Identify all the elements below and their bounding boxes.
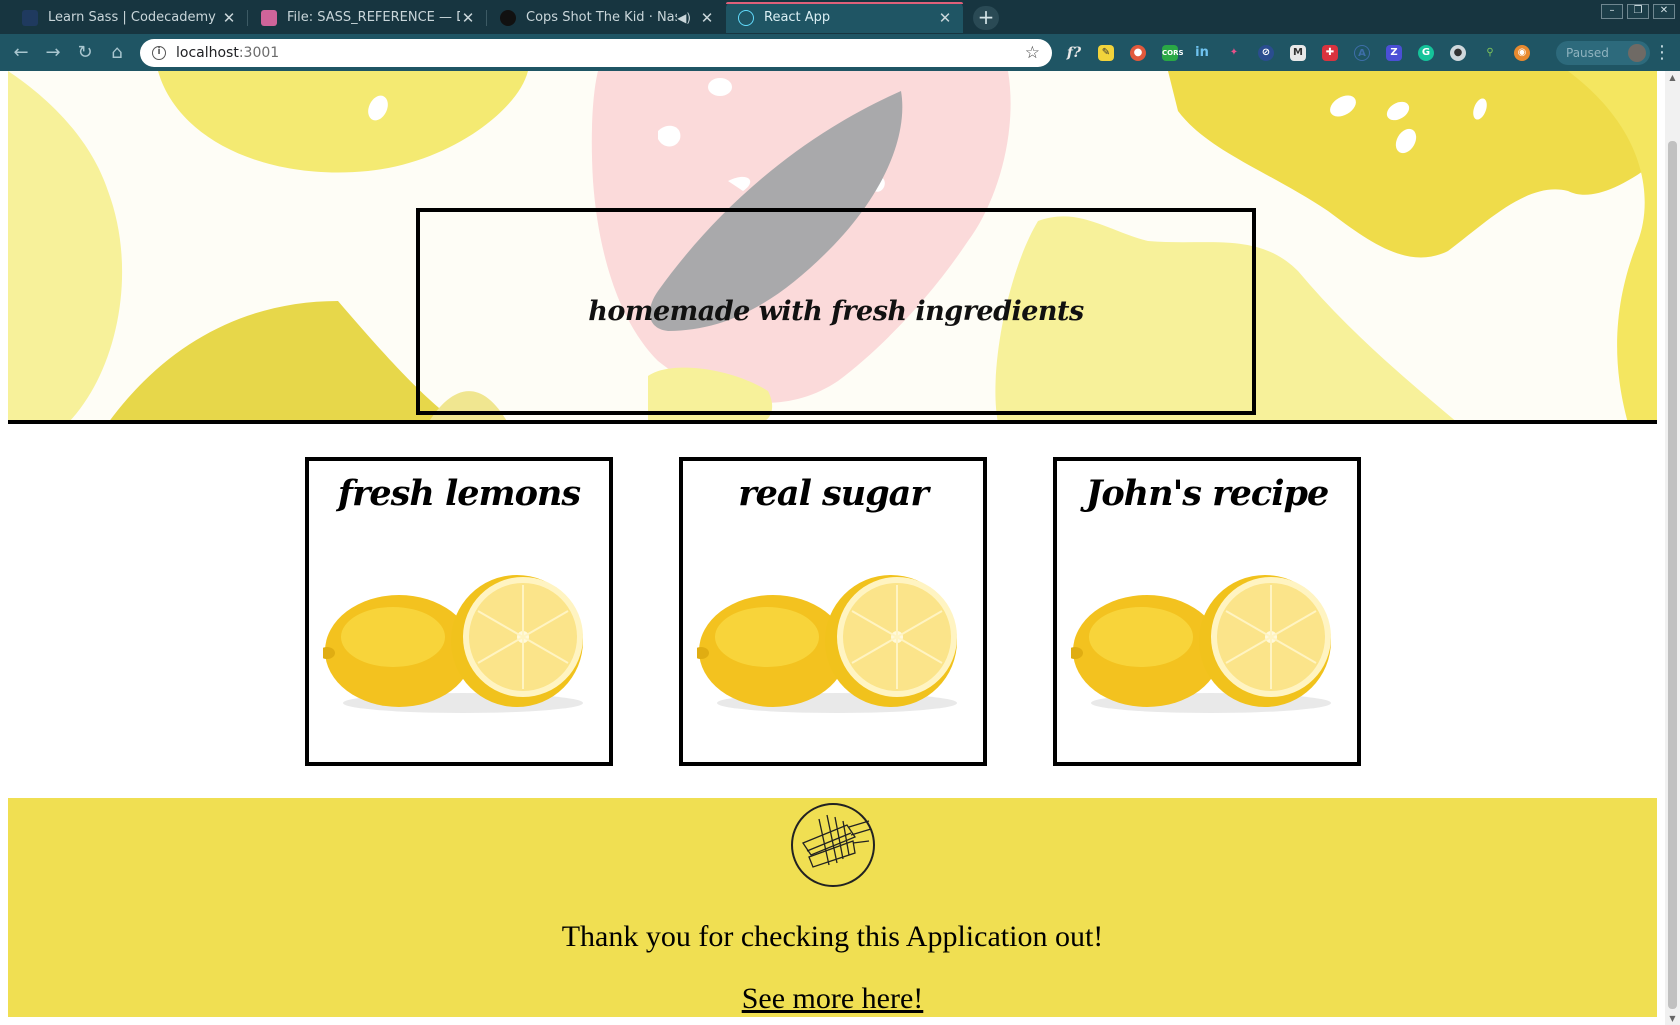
- card-title: John's recipe: [1085, 473, 1329, 514]
- spotify-icon: [500, 9, 516, 26]
- tab-spotify[interactable]: Cops Shot The Kid · Nas, Ka ◀) ✕: [488, 2, 725, 33]
- thank-you-message: Thank you for checking this Application …: [561, 920, 1104, 953]
- card-real-sugar: real sugar: [679, 457, 987, 766]
- avatar: [1628, 44, 1646, 62]
- tab-react-app[interactable]: React App ✕: [726, 2, 963, 33]
- profile-status: Paused: [1566, 46, 1609, 60]
- tab-title: React App: [764, 10, 831, 25]
- puzzle-extension-icon[interactable]: ✚: [1322, 45, 1338, 61]
- bird-extension-icon[interactable]: ✦: [1226, 45, 1242, 61]
- tagline-box: homemade with fresh ingredients: [416, 208, 1256, 415]
- tagline: homemade with fresh ingredients: [588, 296, 1084, 327]
- linkedin-icon[interactable]: in: [1194, 45, 1210, 61]
- react-icon: [738, 9, 754, 26]
- page-scrollbar[interactable]: ▲ ▼: [1665, 71, 1680, 1025]
- hero-divider: [8, 420, 1657, 424]
- lemon-image: [697, 575, 957, 713]
- logo-icon: [791, 803, 875, 887]
- address-port: :3001: [238, 45, 280, 61]
- see-more-link[interactable]: See more here!: [8, 982, 1657, 1016]
- scroll-down-icon[interactable]: ▼: [1665, 1014, 1680, 1023]
- new-tab-button[interactable]: +: [973, 6, 999, 30]
- highlighter-extension-icon[interactable]: ✎: [1098, 45, 1114, 61]
- fx-extension-icon[interactable]: f?: [1066, 45, 1082, 61]
- close-icon[interactable]: ✕: [460, 9, 476, 27]
- lemon-image: [1071, 575, 1331, 713]
- card-fresh-lemons: fresh lemons: [305, 457, 613, 766]
- card-title: fresh lemons: [337, 473, 581, 514]
- tab-sass-reference[interactable]: File: SASS_REFERENCE — Docu ✕: [249, 2, 486, 33]
- back-icon[interactable]: ←: [10, 42, 32, 64]
- block-extension-icon[interactable]: ⊘: [1258, 45, 1274, 61]
- scroll-up-icon[interactable]: ▲: [1665, 73, 1680, 82]
- profile-button[interactable]: Paused: [1556, 41, 1650, 65]
- speaker-icon[interactable]: ◀): [677, 11, 691, 25]
- ghost-extension-icon[interactable]: ●: [1450, 45, 1466, 61]
- cors-extension-icon[interactable]: CORS: [1162, 45, 1184, 61]
- close-icon[interactable]: ✕: [937, 9, 953, 27]
- gmail-icon[interactable]: M: [1290, 45, 1306, 61]
- forward-icon[interactable]: →: [42, 42, 64, 64]
- card-title: real sugar: [738, 473, 929, 514]
- close-icon[interactable]: ✕: [221, 9, 237, 27]
- search-extension-icon[interactable]: ⚲: [1482, 45, 1498, 61]
- bookmark-star-icon[interactable]: ☆: [1025, 43, 1040, 63]
- tab-codecademy[interactable]: Learn Sass | Codecademy ✕: [10, 2, 247, 33]
- close-window-button[interactable]: ✕: [1653, 4, 1675, 19]
- page-viewport: homemade with fresh ingredients fresh le…: [0, 71, 1665, 1025]
- menu-icon[interactable]: ⋮: [1652, 42, 1672, 63]
- tab-title: File: SASS_REFERENCE — Docu: [287, 10, 460, 25]
- info-icon[interactable]: i: [152, 46, 166, 60]
- duckduckgo-icon[interactable]: ●: [1130, 45, 1146, 61]
- tab-title: Cops Shot The Kid · Nas, Ka: [526, 10, 677, 25]
- chrome-extension-icon[interactable]: ◉: [1514, 45, 1530, 61]
- browser-tab-strip: Learn Sass | Codecademy ✕ File: SASS_REF…: [0, 0, 1680, 34]
- close-icon[interactable]: ✕: [699, 9, 715, 27]
- codecademy-icon: [22, 9, 38, 26]
- address-host: localhost: [176, 45, 239, 61]
- address-bar[interactable]: i localhost :3001 ☆: [140, 39, 1052, 67]
- grammarly-icon[interactable]: G: [1418, 45, 1434, 61]
- minimize-button[interactable]: –: [1601, 4, 1623, 19]
- tab-title: Learn Sass | Codecademy: [48, 10, 216, 25]
- sass-icon: [261, 9, 277, 26]
- reload-icon[interactable]: ↻: [74, 42, 96, 64]
- scrollbar-thumb[interactable]: [1668, 141, 1677, 1009]
- home-icon[interactable]: ⌂: [106, 42, 128, 64]
- page-footer: Thank you for checking this Application …: [8, 798, 1657, 1017]
- a-extension-icon[interactable]: A: [1354, 45, 1370, 61]
- browser-toolbar: ← → ↻ ⌂ i localhost :3001 ☆ f? ✎ ● CORS …: [0, 34, 1680, 71]
- lemon-image: [323, 575, 583, 713]
- z-extension-icon[interactable]: Z: [1386, 45, 1402, 61]
- restore-button[interactable]: ❐: [1627, 4, 1649, 19]
- card-johns-recipe: John's recipe: [1053, 457, 1361, 766]
